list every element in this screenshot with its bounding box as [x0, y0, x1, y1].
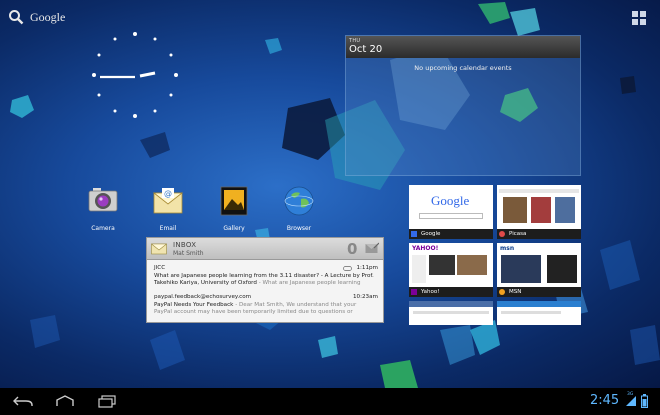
thumbnail-page: msn	[497, 243, 581, 287]
tab-thumbnail-yahoo[interactable]: YAHOO! Yahoo!	[409, 243, 493, 297]
compose-mail-icon[interactable]	[365, 242, 379, 254]
tab-thumbnail-google[interactable]: Google Google	[409, 185, 493, 239]
app-label: Gallery	[223, 225, 245, 232]
thumbnail-page: Google	[409, 185, 493, 229]
unread-count: 0	[347, 240, 358, 258]
message-snippet-continued: PayPal account may have been temporarily…	[154, 309, 353, 316]
tab-title: MSN	[509, 289, 522, 295]
google-search-label: Google	[30, 9, 66, 24]
tab-thumbnail-partial-1[interactable]	[409, 301, 493, 325]
thumbnail-search-box	[419, 213, 483, 219]
analog-clock-widget[interactable]	[88, 28, 182, 122]
message-snippet: - What are Japanese people learning	[256, 280, 361, 287]
app-label: Camera	[91, 225, 115, 232]
tab-title: Yahoo!	[421, 289, 440, 295]
camera-icon	[88, 188, 118, 212]
calendar-header: THU Oct 20	[346, 36, 580, 58]
calendar-date: Oct 20	[349, 44, 383, 55]
message-subject-continued: Takehiko Kariya, University of Oxford	[154, 280, 257, 287]
home-icon[interactable]	[54, 394, 76, 408]
email-icon: @	[152, 188, 184, 214]
message-snippet: - Dear Mat Smith, We understand that you…	[233, 301, 357, 308]
tab-thumbnail-picasa[interactable]: Picasa	[497, 185, 581, 239]
thumbnail-page	[497, 185, 581, 229]
message-time: 10:23am	[353, 294, 378, 300]
system-bar: 2:45 3G	[0, 388, 660, 415]
svg-text:@: @	[164, 189, 172, 198]
tab-caption: Yahoo!	[409, 287, 493, 297]
app-camera[interactable]: Camera	[80, 185, 126, 232]
google-logo-text: Google	[431, 193, 470, 208]
yahoo-favicon-icon	[411, 289, 417, 295]
msn-logo-text: msn	[500, 245, 515, 252]
app-label: Email	[159, 225, 177, 232]
tab-caption: Google	[409, 229, 493, 239]
gallery-icon	[220, 186, 248, 216]
yahoo-logo-text: YAHOO!	[412, 245, 439, 252]
calendar-empty-message: No upcoming calendar events	[414, 64, 512, 72]
email-message-row[interactable]: paypal.feedback@echosurvey.com 10:23am P…	[154, 294, 378, 317]
browser-bookmarks-widget[interactable]: Google Google Picasa YAHOO! Yahoo! msn M…	[407, 183, 583, 325]
app-email[interactable]: @ Email	[145, 185, 191, 232]
tab-thumbnail-msn[interactable]: msn MSN	[497, 243, 581, 297]
email-message-row[interactable]: JICC 1:11pm What are Japanese people lea…	[154, 265, 378, 288]
signal-strength-icon	[626, 396, 636, 406]
app-label: Browser	[286, 225, 312, 232]
google-search-bar[interactable]: Google	[8, 6, 65, 28]
email-header: INBOX Mat Smith 0	[147, 238, 383, 260]
message-sender: paypal.feedback@echosurvey.com	[154, 294, 252, 300]
envelope-icon	[151, 243, 167, 255]
email-widget[interactable]: INBOX Mat Smith 0 JICC 1:11pm What are J…	[146, 237, 384, 323]
message-time: 1:11pm	[356, 265, 378, 271]
browser-icon	[284, 186, 314, 216]
tab-title: Google	[421, 231, 441, 237]
tab-caption: Picasa	[497, 229, 581, 239]
message-subject: What are Japanese people learning from t…	[154, 272, 374, 279]
battery-icon	[641, 394, 648, 408]
email-folder-name: INBOX	[173, 241, 197, 249]
all-apps-icon[interactable]	[631, 10, 647, 26]
app-gallery[interactable]: Gallery	[211, 185, 257, 232]
attachment-icon	[343, 266, 352, 271]
tab-title: Picasa	[509, 231, 527, 237]
thumbnail-page: YAHOO!	[409, 243, 493, 287]
app-browser[interactable]: Browser	[276, 185, 322, 232]
tab-thumbnail-partial-2[interactable]	[497, 301, 581, 325]
calendar-widget[interactable]: THU Oct 20 No upcoming calendar events	[345, 35, 581, 176]
google-favicon-icon	[411, 231, 417, 237]
email-account-name: Mat Smith	[173, 250, 204, 257]
status-clock[interactable]: 2:45	[590, 393, 619, 408]
tab-caption: MSN	[497, 287, 581, 297]
search-icon	[9, 10, 24, 25]
msn-favicon-icon	[499, 289, 505, 295]
recent-apps-icon[interactable]	[96, 394, 118, 408]
back-icon[interactable]	[12, 394, 34, 408]
picasa-favicon-icon	[499, 231, 505, 237]
message-subject: PayPal Needs Your Feedback	[154, 301, 234, 308]
